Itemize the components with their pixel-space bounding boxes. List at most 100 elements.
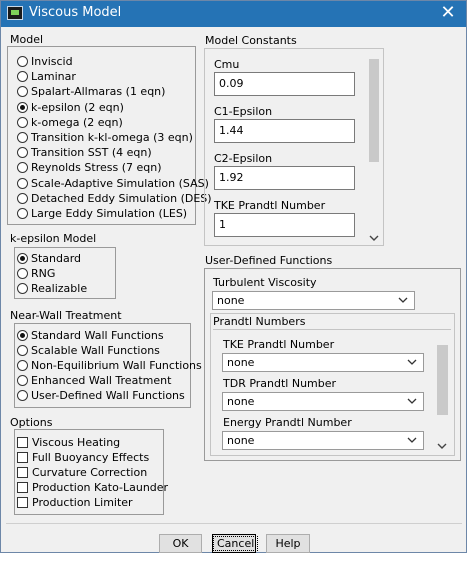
constant-input[interactable]: 1 [214, 213, 355, 237]
model-option[interactable]: Reynolds Stress (7 eqn) [17, 160, 162, 175]
option-label: k-omega (2 eqn) [31, 115, 123, 129]
nw-option[interactable]: Non-Equilibrium Wall Functions [17, 358, 202, 373]
radio-button[interactable] [17, 268, 28, 279]
option-label: Transition SST (4 eqn) [31, 146, 152, 160]
prandtl-udf-label: TKE Prandtl Number [223, 338, 335, 351]
nw-option[interactable]: Enhanced Wall Treatment [17, 373, 171, 388]
option-label: Full Buoyancy Effects [32, 451, 150, 465]
option-label: k-epsilon (2 eqn) [31, 100, 124, 114]
model-option[interactable]: Large Eddy Simulation (LES) [17, 206, 187, 221]
model-option[interactable]: Transition k-kl-omega (3 eqn) [17, 130, 193, 145]
model-option[interactable]: Scale-Adaptive Simulation (SAS) [17, 176, 209, 191]
checkbox[interactable] [17, 497, 28, 509]
ke-option[interactable]: Realizable [17, 281, 87, 296]
radio-button[interactable] [17, 330, 28, 341]
opt-option[interactable]: Curvature Correction [17, 465, 147, 480]
option-label: Production Kato-Launder [32, 481, 169, 495]
option-label: Spalart-Allmaras (1 eqn) [31, 85, 166, 99]
model-option[interactable]: Detached Eddy Simulation (DES) [17, 191, 212, 206]
scroll-down-icon[interactable] [369, 234, 379, 242]
checkbox[interactable] [17, 437, 28, 448]
radio-button[interactable] [17, 192, 28, 204]
option-label: Detached Eddy Simulation (DES) [31, 191, 212, 205]
option-label: Enhanced Wall Treatment [31, 374, 172, 388]
model-option[interactable]: k-epsilon (2 eqn) [17, 100, 124, 115]
prandtl-udf-value: none [227, 434, 255, 447]
chevron-down-icon [407, 359, 417, 365]
constants-scrollbar[interactable] [367, 53, 381, 243]
constant-input[interactable]: 1.92 [214, 166, 355, 190]
radio-button[interactable] [17, 375, 28, 387]
option-label: RNG [31, 267, 56, 280]
model-group-label: Model [9, 33, 45, 46]
prandtl-udf-select[interactable]: none [222, 392, 424, 411]
option-label: Scale-Adaptive Simulation (SAS) [31, 176, 209, 190]
chevron-down-icon [407, 398, 417, 404]
constant-input[interactable]: 1.44 [214, 119, 355, 143]
turbulent-viscosity-value: none [217, 294, 245, 307]
app-icon [7, 6, 23, 20]
ke-option[interactable]: Standard [17, 251, 81, 266]
help-button[interactable]: Help [266, 534, 310, 553]
radio-button[interactable] [17, 101, 28, 113]
radio-button[interactable] [17, 56, 28, 67]
option-label: Curvature Correction [32, 466, 148, 480]
radio-button[interactable] [17, 283, 28, 294]
option-label: Large Eddy Simulation (LES) [31, 207, 188, 220]
constants-scroll-thumb[interactable] [369, 59, 379, 162]
constants-group-label: Model Constants [204, 34, 298, 47]
radio-button[interactable] [17, 360, 28, 372]
viscous-model-dialog: Viscous Model ✕ Model Inviscid Laminar Spa… [0, 0, 467, 553]
opt-option[interactable]: Viscous Heating [17, 435, 120, 450]
model-option[interactable]: k-omega (2 eqn) [17, 115, 123, 130]
constant-label: Cmu [214, 58, 240, 71]
cancel-button[interactable]: Cancel [212, 534, 259, 553]
scroll-down-icon[interactable] [437, 442, 447, 450]
model-option[interactable]: Spalart-Allmaras (1 eqn) [17, 84, 165, 99]
checkbox[interactable] [17, 482, 28, 494]
model-option[interactable]: Laminar [17, 69, 76, 84]
chevron-down-icon [407, 437, 417, 443]
close-icon[interactable]: ✕ [437, 3, 459, 23]
radio-button[interactable] [17, 71, 28, 83]
ke-model-group-label: k-epsilon Model [9, 232, 98, 245]
opt-option[interactable]: Full Buoyancy Effects [17, 450, 149, 465]
prandtl-udf-value: none [227, 395, 255, 408]
ok-button[interactable]: OK [159, 534, 202, 553]
opt-option[interactable]: Production Limiter [17, 495, 133, 510]
radio-button[interactable] [17, 86, 28, 98]
chevron-down-icon [398, 297, 408, 303]
prandtl-scrollbar[interactable] [435, 335, 450, 453]
radio-button[interactable] [17, 162, 28, 174]
radio-button[interactable] [17, 390, 28, 402]
radio-button[interactable] [17, 132, 28, 143]
nw-option[interactable]: Standard Wall Functions [17, 328, 164, 343]
radio-button[interactable] [17, 116, 28, 128]
options-group-label: Options [9, 416, 54, 429]
radio-button[interactable] [17, 147, 28, 159]
turbulent-viscosity-select[interactable]: none [212, 291, 415, 310]
option-label: Inviscid [31, 55, 73, 68]
opt-option[interactable]: Production Kato-Launder [17, 480, 168, 495]
radio-button[interactable] [17, 345, 28, 357]
prandtl-scroll-thumb[interactable] [437, 345, 448, 415]
constant-label: TKE Prandtl Number [214, 199, 326, 212]
option-label: Laminar [31, 70, 76, 84]
option-label: Scalable Wall Functions [31, 344, 160, 358]
ke-option[interactable]: RNG [17, 266, 55, 281]
model-option[interactable]: Inviscid [17, 54, 73, 69]
nw-option[interactable]: User-Defined Wall Functions [17, 388, 185, 403]
prandtl-udf-select[interactable]: none [222, 353, 424, 372]
nw-option[interactable]: Scalable Wall Functions [17, 343, 160, 358]
checkbox[interactable] [17, 467, 28, 479]
constant-input[interactable]: 0.09 [214, 72, 355, 96]
checkbox[interactable] [17, 452, 28, 464]
model-option[interactable]: Transition SST (4 eqn) [17, 145, 152, 160]
radio-button[interactable] [17, 253, 28, 264]
radio-button[interactable] [17, 208, 28, 219]
prandtl-udf-select[interactable]: none [222, 431, 424, 450]
udf-group-label: User-Defined Functions [204, 254, 334, 267]
radio-button[interactable] [17, 177, 28, 189]
title-bar[interactable]: Viscous Model ✕ [1, 1, 466, 27]
prandtl-udf-label: TDR Prandtl Number [223, 377, 337, 390]
